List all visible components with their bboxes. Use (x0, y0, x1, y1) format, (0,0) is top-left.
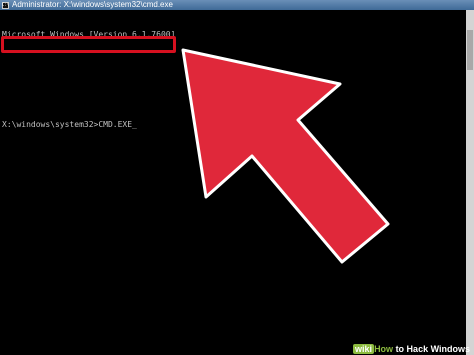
wikihow-watermark: wiki How to Hack Windows (353, 344, 470, 354)
wikihow-how-text: How (374, 344, 394, 354)
wikihow-logo: wiki (353, 344, 375, 354)
watermark-title: to Hack Windows (393, 344, 470, 354)
red-arrow-icon (181, 48, 390, 264)
